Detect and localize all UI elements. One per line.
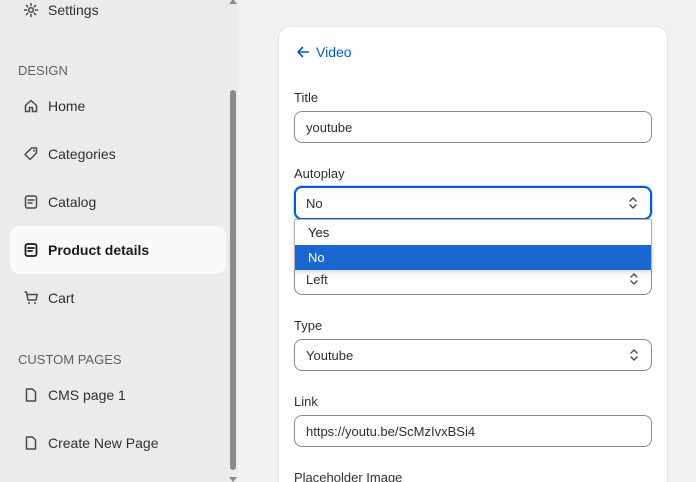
autoplay-select[interactable]: No [294, 186, 652, 220]
link-label: Link [294, 394, 318, 409]
sidebar-scrollbar[interactable] [228, 0, 238, 482]
back-link-label: Video [316, 44, 352, 60]
placeholder-image-label: Placeholder Image [294, 470, 403, 482]
title-label: Title [294, 90, 319, 105]
section-title-custom-pages: CUSTOM PAGES [18, 352, 122, 367]
sidebar-item-home[interactable]: Home [10, 82, 226, 130]
sidebar-item-label: Home [48, 98, 86, 114]
sidebar-item-label: Product details [48, 242, 150, 258]
scroll-up-arrow-icon[interactable] [229, 0, 237, 4]
sidebar-item-cart[interactable]: Cart [10, 274, 226, 322]
tag-icon [22, 145, 40, 163]
arrow-left-icon [297, 46, 310, 58]
scrollbar-thumb[interactable] [230, 90, 236, 470]
sidebar-item-catalog[interactable]: Catalog [10, 178, 226, 226]
select-chevron-icon [630, 349, 638, 361]
sidebar: Settings DESIGN Home Categories Catalog … [0, 0, 238, 482]
title-input-value: youtube [306, 119, 353, 135]
catalog-icon [22, 193, 40, 211]
sidebar-item-categories[interactable]: Categories [10, 130, 226, 178]
page-icon [22, 386, 40, 404]
link-input-value: https://youtu.be/ScMzIvxBSi4 [306, 423, 476, 439]
sidebar-item-label: Settings [48, 2, 99, 18]
type-select-value: Youtube [306, 347, 354, 363]
cart-icon [22, 289, 40, 307]
sidebar-item-label: Cart [48, 290, 75, 306]
sidebar-item-label: CMS page 1 [48, 387, 126, 403]
back-link[interactable]: Video [296, 43, 352, 61]
select-chevron-icon [630, 273, 638, 285]
autoplay-select-value: No [306, 195, 323, 211]
scroll-down-arrow-icon[interactable] [229, 477, 237, 482]
page-icon [22, 434, 40, 452]
select-chevron-icon [629, 197, 637, 209]
section-title-design: DESIGN [18, 63, 68, 78]
sidebar-item-cms-page-1[interactable]: CMS page 1 [10, 371, 226, 419]
link-input[interactable]: https://youtu.be/ScMzIvxBSi4 [294, 415, 652, 447]
product-icon [22, 241, 40, 259]
gear-icon [22, 1, 40, 19]
dropdown-option-yes[interactable]: Yes [295, 220, 651, 245]
sidebar-item-product-details[interactable]: Product details [10, 226, 226, 274]
home-icon [22, 97, 40, 115]
type-select[interactable]: Youtube [294, 339, 652, 371]
sidebar-item-create-new-page[interactable]: Create New Page [10, 419, 226, 467]
alignment-select-value: Left [306, 271, 328, 287]
type-label: Type [294, 318, 323, 333]
autoplay-dropdown: Yes No [294, 219, 652, 270]
autoplay-label: Autoplay [294, 166, 345, 181]
sidebar-item-label: Catalog [48, 194, 97, 210]
sidebar-item-settings[interactable]: Settings [10, 0, 226, 34]
dropdown-option-no[interactable]: No [295, 245, 651, 270]
title-input[interactable]: youtube [294, 111, 652, 143]
sidebar-item-label: Categories [48, 146, 116, 162]
sidebar-item-label: Create New Page [48, 435, 159, 451]
